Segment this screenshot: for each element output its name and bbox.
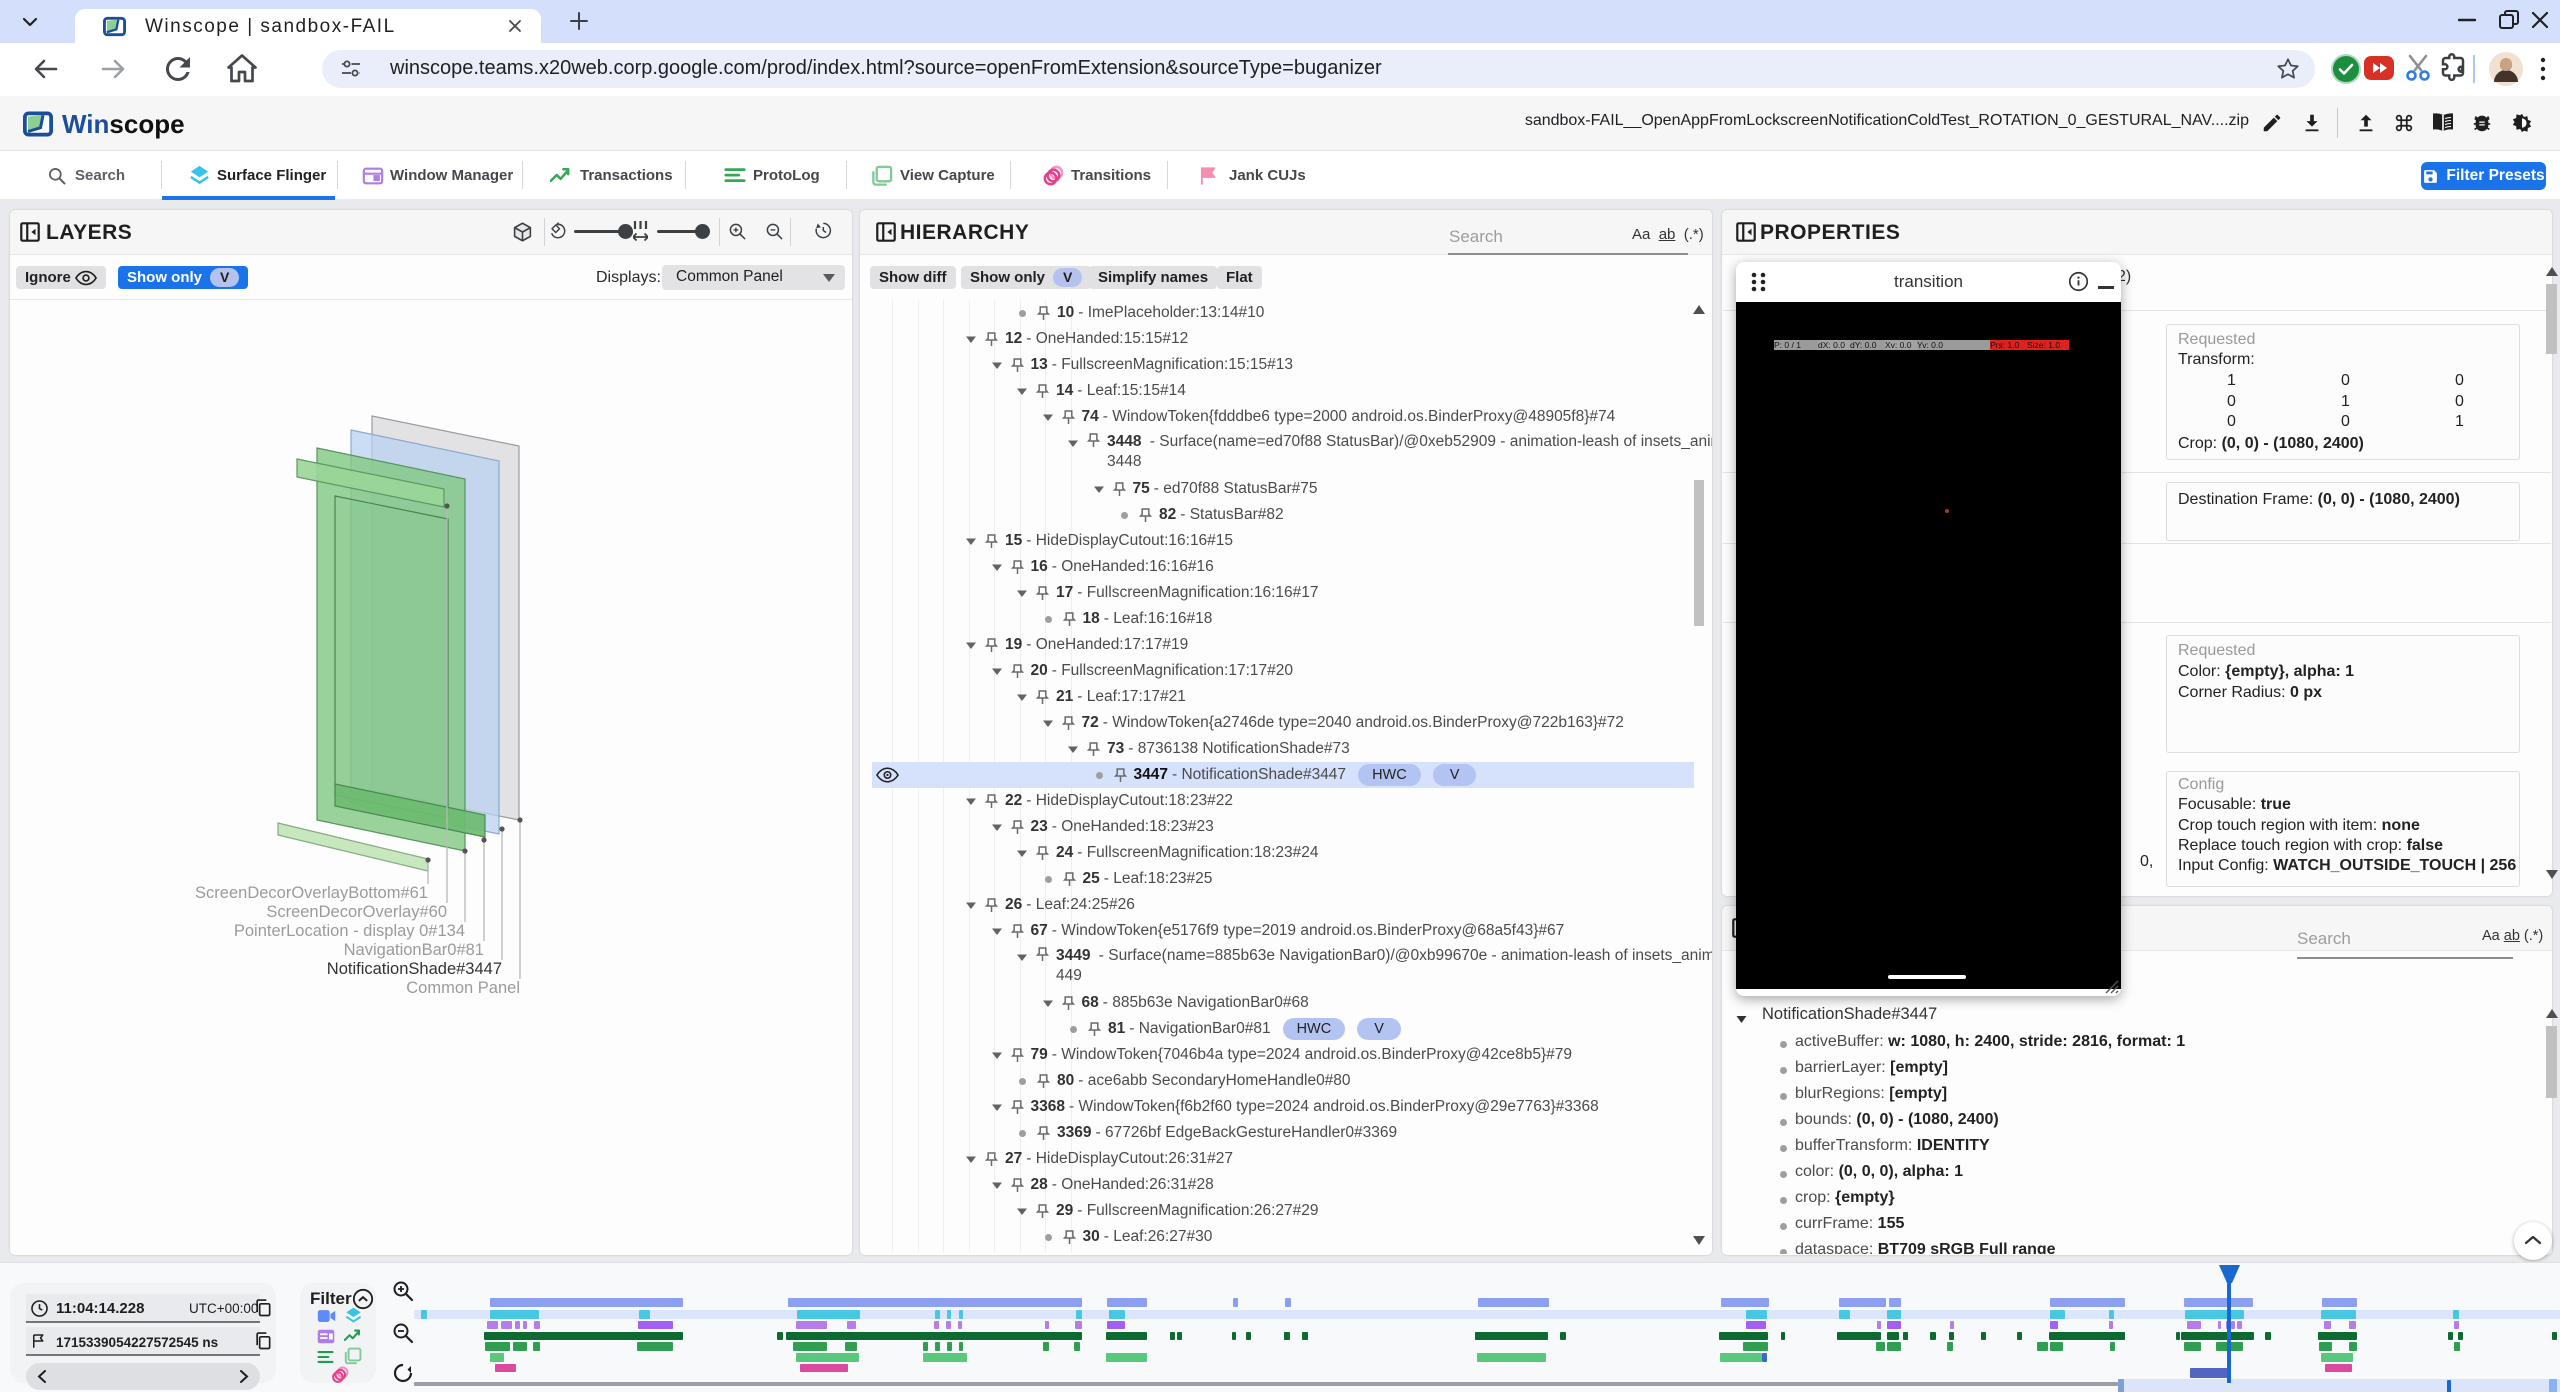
svg-text:ScreenDecorOverlayBottom#61: ScreenDecorOverlayBottom#61 [195, 884, 428, 902]
